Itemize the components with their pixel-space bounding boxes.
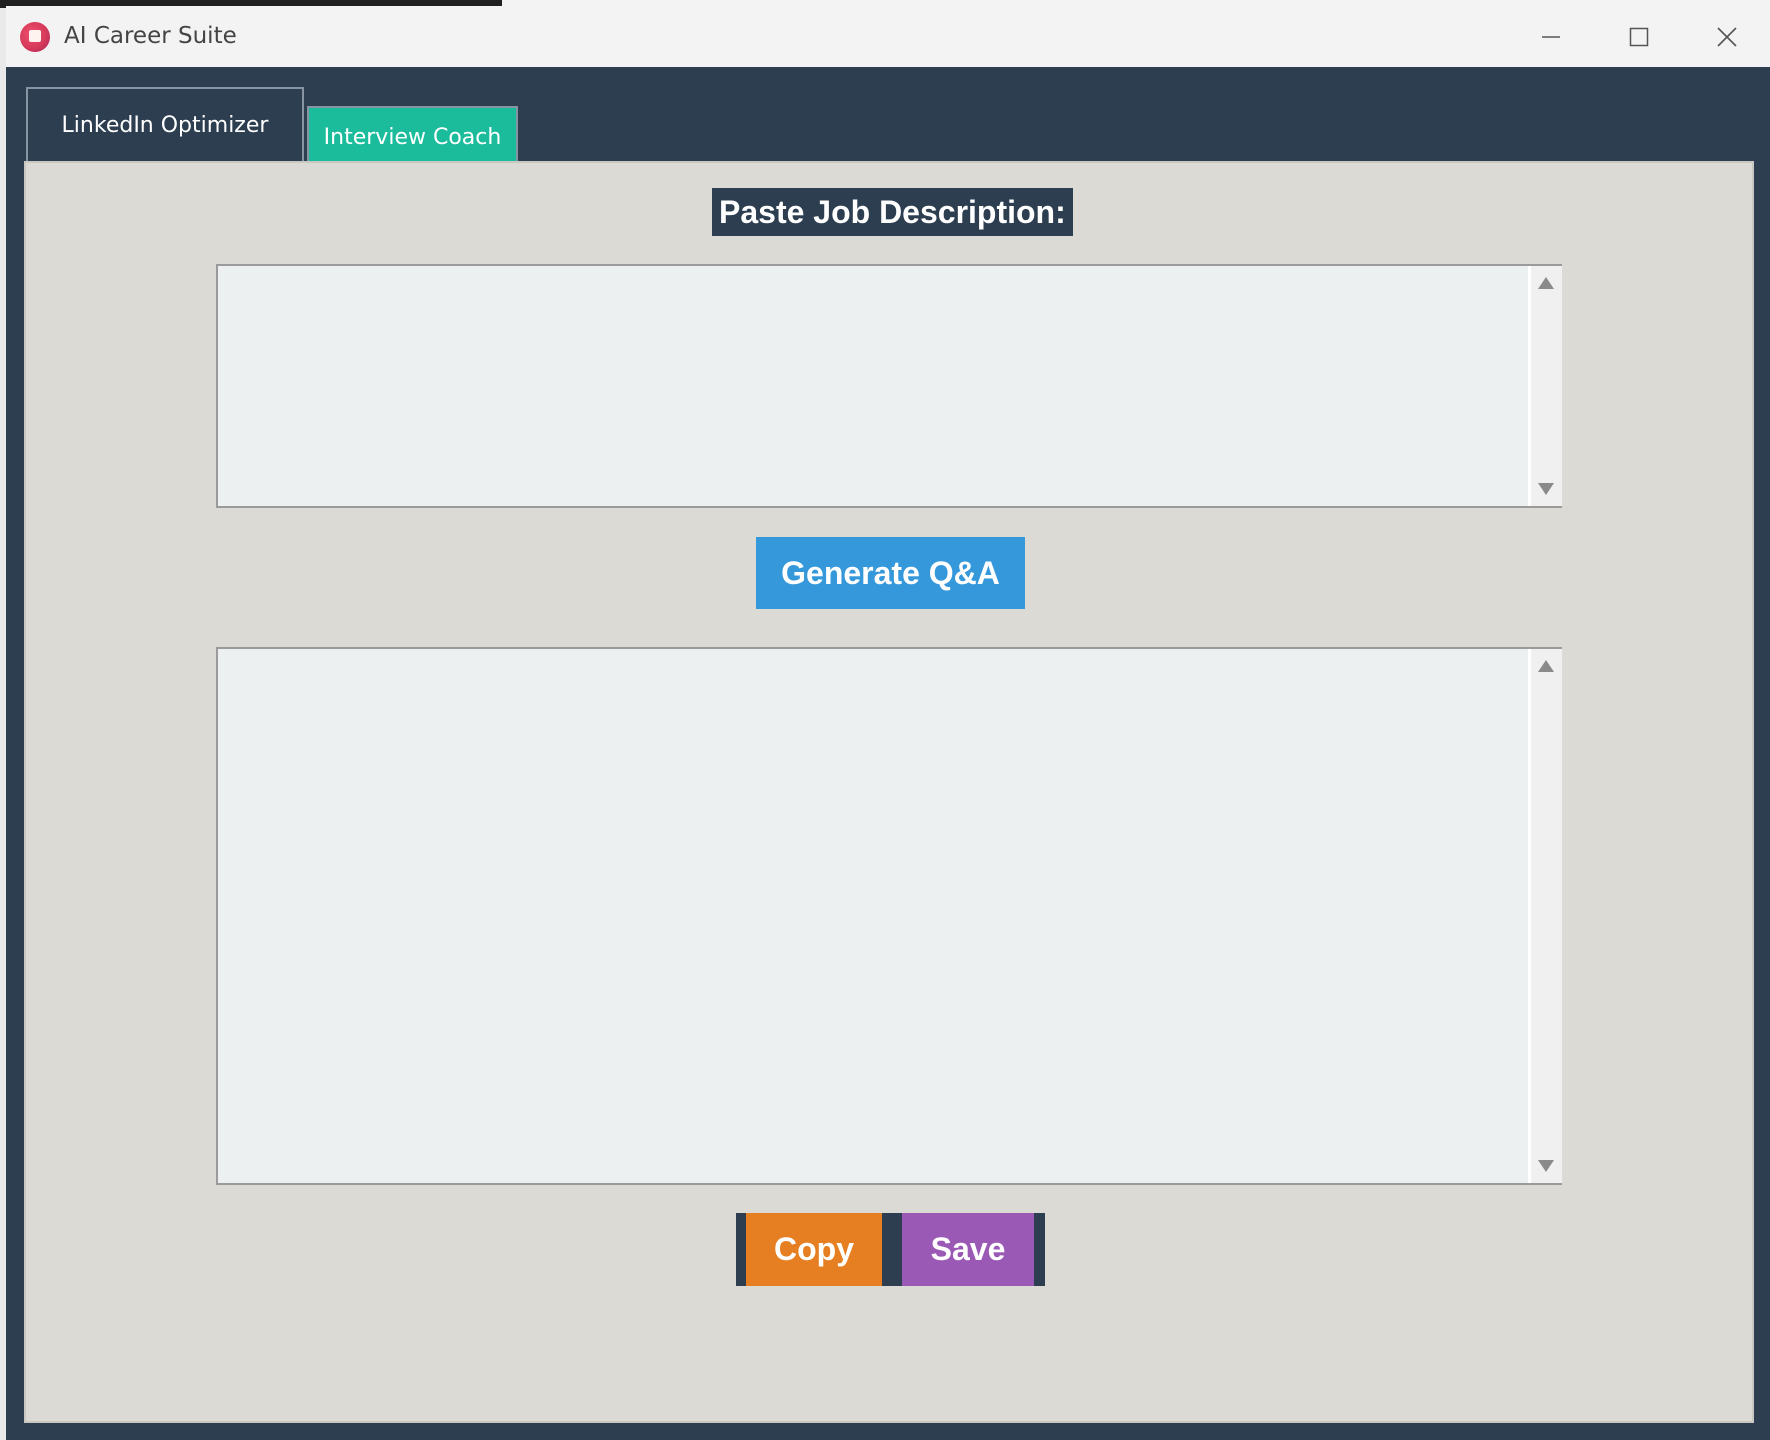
maximize-button[interactable] bbox=[1596, 6, 1682, 67]
title-bar[interactable]: AI Career Suite bbox=[6, 6, 1770, 67]
interview-coach-panel: Paste Job Description: Generate Q&A Copy… bbox=[24, 161, 1754, 1423]
scroll-up-arrow-icon[interactable] bbox=[1538, 660, 1554, 672]
scroll-up-arrow-icon[interactable] bbox=[1538, 277, 1554, 289]
qa-output-scrollbar[interactable] bbox=[1528, 649, 1562, 1183]
job-description-label: Paste Job Description: bbox=[712, 188, 1073, 236]
tab-linkedin-optimizer[interactable]: LinkedIn Optimizer bbox=[26, 87, 304, 161]
job-description-textbox[interactable] bbox=[216, 264, 1562, 508]
job-description-input[interactable] bbox=[218, 266, 1528, 506]
maximize-icon bbox=[1629, 27, 1649, 46]
window-title: AI Career Suite bbox=[64, 23, 237, 49]
save-button[interactable]: Save bbox=[902, 1213, 1034, 1286]
tab-interview-coach[interactable]: Interview Coach bbox=[307, 106, 518, 166]
scroll-down-arrow-icon[interactable] bbox=[1538, 1160, 1554, 1172]
app-window: AI Career Suite LinkedIn Optimizer Inter… bbox=[6, 6, 1770, 1440]
output-actions: Copy Save bbox=[736, 1213, 1045, 1286]
minimize-icon bbox=[1542, 35, 1560, 38]
close-icon bbox=[1717, 26, 1737, 47]
copy-button[interactable]: Copy bbox=[746, 1213, 882, 1286]
qa-output-textbox[interactable] bbox=[216, 647, 1562, 1185]
job-description-scrollbar[interactable] bbox=[1528, 266, 1562, 506]
scroll-down-arrow-icon[interactable] bbox=[1538, 483, 1554, 495]
close-button[interactable] bbox=[1684, 6, 1770, 67]
minimize-button[interactable] bbox=[1508, 6, 1594, 67]
qa-output-area[interactable] bbox=[218, 649, 1528, 1183]
generate-qa-button[interactable]: Generate Q&A bbox=[756, 537, 1025, 609]
app-icon bbox=[20, 22, 50, 52]
